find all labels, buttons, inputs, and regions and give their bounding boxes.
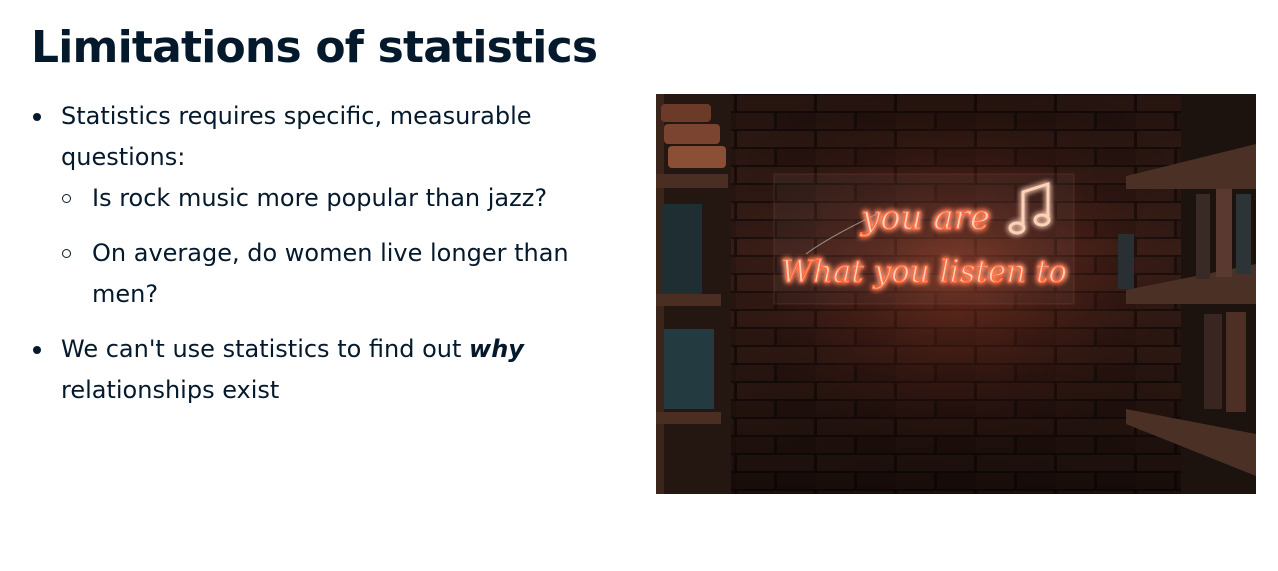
sub-bullet-item: On average, do women live longer than me…	[61, 233, 631, 315]
bullet-list: Statistics requires specific, measurable…	[31, 96, 631, 411]
slide-title: Limitations of statistics	[31, 22, 598, 73]
slide: Limitations of statistics Statistics req…	[0, 0, 1278, 571]
sub-bullet-list: Is rock music more popular than jazz? On…	[61, 178, 631, 315]
bullet-text-after: relationships exist	[61, 376, 280, 404]
neon-line-1: you are	[859, 198, 990, 238]
sub-bullet-text: On average, do women live longer than me…	[92, 239, 569, 308]
bullet-item: Statistics requires specific, measurable…	[31, 96, 631, 315]
bullet-text: Statistics requires specific, measurable…	[61, 102, 532, 171]
bullet-text-before: We can't use statistics to find out	[61, 335, 470, 363]
slide-body: Statistics requires specific, measurable…	[31, 96, 631, 411]
neon-sign-photo: you are What you listen to	[656, 94, 1256, 494]
neon-sign-illustration: you are What you listen to	[656, 94, 1256, 494]
sub-bullet-text: Is rock music more popular than jazz?	[92, 184, 548, 212]
bullet-item: We can't use statistics to find out why …	[31, 329, 631, 411]
bullet-emphasis: why	[469, 335, 524, 363]
sub-bullet-item: Is rock music more popular than jazz?	[61, 178, 631, 219]
neon-line-2: What you listen to	[781, 254, 1067, 290]
